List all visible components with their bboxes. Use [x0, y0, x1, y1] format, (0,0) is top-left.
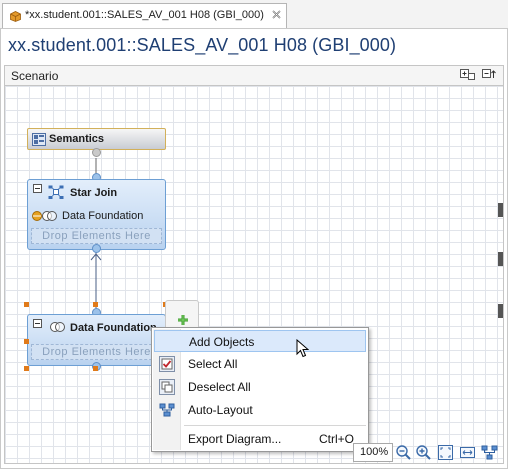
- menu-item-deselect-all[interactable]: Deselect All: [154, 376, 366, 398]
- selection-handle[interactable]: [24, 339, 29, 344]
- menu-item-label: Select All: [188, 357, 238, 371]
- join-icon: [50, 322, 65, 332]
- select-all-icon: [159, 356, 175, 372]
- menu-item-shortcut: Ctrl+O: [318, 432, 354, 446]
- close-icon[interactable]: [271, 9, 282, 20]
- star-join-node[interactable]: Star Join Data Foundation Drop Elements …: [27, 179, 166, 250]
- editor-title: xx.student.001::SALES_AV_001 H08 (GBI_00…: [8, 35, 397, 55]
- data-foundation-node[interactable]: Data Foundation Drop Elements Here: [27, 314, 166, 366]
- star-join-child-label: Data Foundation: [62, 210, 144, 222]
- deselect-all-icon: [159, 379, 175, 395]
- menu-item-export-diagram[interactable]: Export Diagram... Ctrl+O: [154, 428, 366, 450]
- selection-handle[interactable]: [93, 366, 98, 371]
- add-icon[interactable]: [177, 314, 189, 326]
- selection-handle[interactable]: [24, 302, 29, 307]
- auto-layout-icon: [159, 403, 175, 417]
- data-foundation-title: Data Foundation: [70, 322, 157, 334]
- menu-item-add-objects[interactable]: Add Objects: [154, 330, 366, 352]
- editor-tab-label: *xx.student.001::SALES_AV_001 H08 (GBI_0…: [25, 9, 264, 21]
- layout-icon[interactable]: [481, 444, 498, 461]
- semantics-title: Semantics: [49, 133, 105, 145]
- selection-handle[interactable]: [93, 302, 98, 307]
- context-menu: Add Objects Select All Deselect All Auto…: [151, 327, 369, 452]
- star-join-icon: [48, 185, 64, 199]
- mouse-cursor-icon: [296, 339, 309, 358]
- editor-tab-strip: *xx.student.001::SALES_AV_001 H08 (GBI_0…: [0, 0, 508, 29]
- semantics-input-anchor[interactable]: [92, 148, 101, 157]
- star-join-drop-zone[interactable]: Drop Elements Here: [31, 228, 162, 244]
- menu-separator: [184, 425, 366, 426]
- expand-all-icon[interactable]: [460, 69, 475, 82]
- menu-item-label: Export Diagram...: [188, 432, 282, 446]
- menu-item-label: Deselect All: [188, 380, 251, 394]
- collapse-all-icon[interactable]: [482, 69, 497, 82]
- zoom-level-field[interactable]: 100%: [353, 443, 393, 462]
- collapse-toggle[interactable]: [33, 184, 42, 193]
- right-panel-toggle[interactable]: [498, 203, 503, 217]
- menu-item-label: Add Objects: [189, 335, 255, 349]
- menu-item-auto-layout[interactable]: Auto-Layout: [154, 399, 366, 421]
- editor-tab[interactable]: *xx.student.001::SALES_AV_001 H08 (GBI_0…: [2, 3, 287, 28]
- calculation-view-icon: [10, 11, 21, 22]
- menu-item-label: Auto-Layout: [188, 403, 253, 417]
- star-join-input-anchor[interactable]: [92, 244, 101, 253]
- collapse-toggle[interactable]: [33, 319, 42, 328]
- semantics-icon: [32, 133, 46, 146]
- scenario-label: Scenario: [11, 69, 59, 83]
- semantics-node[interactable]: Semantics: [27, 128, 166, 150]
- star-join-title: Star Join: [70, 187, 118, 199]
- zoom-out-icon[interactable]: [395, 444, 412, 461]
- fit-width-icon[interactable]: [459, 444, 476, 461]
- right-panel-toggle[interactable]: [498, 252, 503, 266]
- scenario-panel-header: Scenario: [4, 65, 504, 86]
- fit-page-icon[interactable]: [437, 444, 454, 461]
- data-foundation-join-icon: [32, 211, 57, 221]
- selection-handle[interactable]: [24, 366, 29, 371]
- zoom-in-icon[interactable]: [415, 444, 432, 461]
- right-panel-toggle[interactable]: [498, 304, 503, 318]
- menu-item-select-all[interactable]: Select All: [154, 353, 366, 375]
- data-foundation-drop-zone[interactable]: Drop Elements Here: [31, 344, 162, 360]
